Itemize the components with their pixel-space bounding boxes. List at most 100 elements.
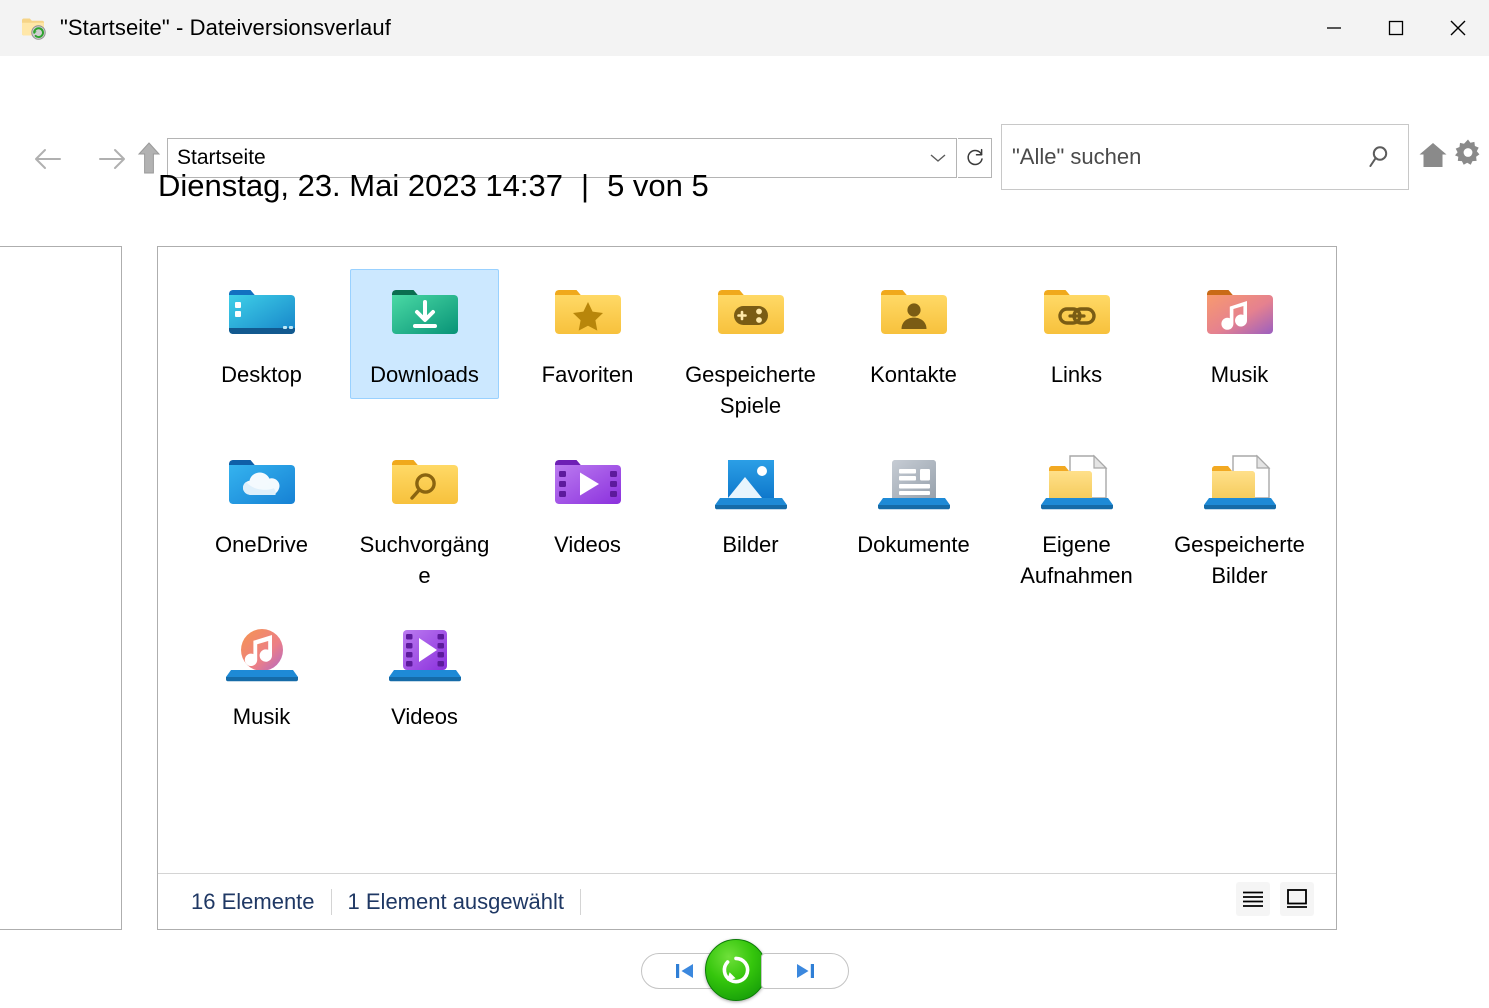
details-view-button[interactable] [1236,882,1270,916]
search-icon[interactable] [1356,125,1408,189]
home-icon [1419,143,1447,167]
folder-item-cell[interactable]: Kontakte [839,269,988,399]
large-icons-view-button[interactable] [1280,882,1314,916]
videos-library-icon [383,619,467,693]
folder-item[interactable]: Favoriten [506,257,669,427]
camera-roll-library-icon [1035,447,1119,521]
search-box[interactable]: "Alle" suchen [1001,124,1409,190]
links-folder-icon [1035,277,1119,351]
folder-item[interactable]: Gespeicherte Bilder [1158,427,1321,599]
arrow-right-icon [99,149,125,169]
folder-item[interactable]: Links [995,257,1158,427]
folder-item[interactable]: Bilder [669,427,832,599]
folder-item-label: Links [1050,362,1103,387]
version-position: 5 von 5 [607,168,709,203]
folder-item-cell[interactable]: Musik [187,611,336,741]
music-library-icon [220,619,304,693]
selection-count: 1 Element ausgewählt [347,888,564,914]
home-button[interactable] [1416,138,1450,172]
folder-item[interactable]: Gespeicherte Spiele [669,257,832,427]
folder-item-cell[interactable]: Bilder [676,439,825,569]
folder-item-label: Bilder [722,532,779,557]
folder-item[interactable]: Videos [506,427,669,599]
folder-item-cell[interactable]: Gespeicherte Spiele [676,269,825,430]
folder-item[interactable]: Eigene Aufnahmen [995,427,1158,599]
refresh-icon [966,148,983,166]
folder-item-label: Musik [232,704,291,729]
details-view-icon [1243,891,1263,907]
folder-item-cell[interactable]: Videos [350,611,499,741]
folder-item-label: OneDrive [215,532,308,557]
folder-item[interactable]: OneDrive [180,427,343,599]
favorites-folder-icon [546,277,630,351]
gear-icon [1455,139,1480,165]
folder-item-cell[interactable]: Suchvorgänge [350,439,499,600]
folder-item-selected[interactable]: Downloads [350,269,499,399]
window-title: "Startseite" - Dateiversionsverlauf [60,15,391,40]
folder-item-cell[interactable]: Desktop [187,269,336,399]
folder-item[interactable]: Kontakte [832,257,995,427]
folder-item[interactable]: Desktop [180,257,343,427]
folder-item-label: Favoriten [541,362,634,387]
folder-clock-icon [20,15,50,41]
folder-item-cell[interactable]: Eigene Aufnahmen [1002,439,1151,600]
favorites-folder-icon [554,290,621,334]
status-divider [580,888,581,915]
title-bar: "Startseite" - Dateiversionsverlauf [0,0,1489,56]
settings-button[interactable] [1450,136,1486,172]
chevron-down-icon[interactable] [920,139,956,177]
folder-item[interactable]: Downloads [343,257,506,427]
pictures-library-icon [714,460,787,510]
restore-button[interactable] [704,939,767,1001]
searches-folder-icon [383,447,467,521]
refresh-button[interactable] [958,138,992,178]
folder-item-label: Suchvorgänge [359,532,490,588]
search-input[interactable]: "Alle" suchen [1002,144,1356,170]
folder-item-label: Gespeicherte Spiele [685,362,816,418]
file-history-window: "Startseite" - Dateiversionsverlauf Star… [0,0,1489,1008]
saved-pictures-library-icon [1198,447,1282,521]
folder-item-label: Videos [554,532,621,557]
back-button[interactable] [28,140,68,178]
downloads-folder-icon [383,277,467,351]
desktop-folder-icon [228,290,295,334]
close-button[interactable] [1427,0,1489,56]
view-toggle-group [1236,882,1314,916]
folder-item-label: Eigene Aufnahmen [1020,532,1133,588]
links-folder-icon [1043,290,1110,334]
next-version-button[interactable] [760,953,849,989]
folder-item[interactable]: Dokumente [832,427,995,599]
folder-item-cell[interactable]: OneDrive [187,439,336,569]
previous-version-card-peek [0,246,122,930]
forward-button[interactable] [92,140,132,178]
pictures-library-icon [709,447,793,521]
folder-item[interactable]: Suchvorgänge [343,427,506,599]
minimize-button[interactable] [1303,0,1365,56]
saved-games-folder-icon [709,277,793,351]
folder-item-cell[interactable]: Favoriten [513,269,662,399]
maximize-button[interactable] [1365,0,1427,56]
searches-folder-icon [391,460,458,504]
folder-item-cell[interactable]: Links [1002,269,1151,399]
music-library-icon [225,629,298,682]
music-folder-icon [1198,277,1282,351]
folder-item[interactable]: Videos [343,599,506,739]
folder-item-cell[interactable]: Gespeicherte Bilder [1165,439,1314,600]
folder-item-label: Videos [391,704,458,729]
videos-library-icon [388,630,461,682]
videos-folder-icon [546,447,630,521]
large-icons-view-icon [1287,889,1307,908]
folder-item[interactable]: Musik [1158,257,1321,427]
onedrive-folder-icon [228,460,295,504]
music-folder-icon [1206,290,1273,334]
folder-item-cell[interactable]: Videos [513,439,662,569]
folder-item[interactable]: Musik [180,599,343,739]
downloads-folder-icon [391,290,458,334]
contacts-folder-icon [880,290,947,334]
status-bar: 16 Elemente 1 Element ausgewählt [158,873,1336,929]
folder-item-cell[interactable]: Dokumente [839,439,988,569]
folder-item-cell[interactable]: Musik [1165,269,1314,399]
folder-icon-grid: Desktop Downloads Favoriten Gespeicherte Sp… [158,257,1338,739]
address-input[interactable]: Startseite [168,146,920,170]
header-separator: | [581,168,590,203]
